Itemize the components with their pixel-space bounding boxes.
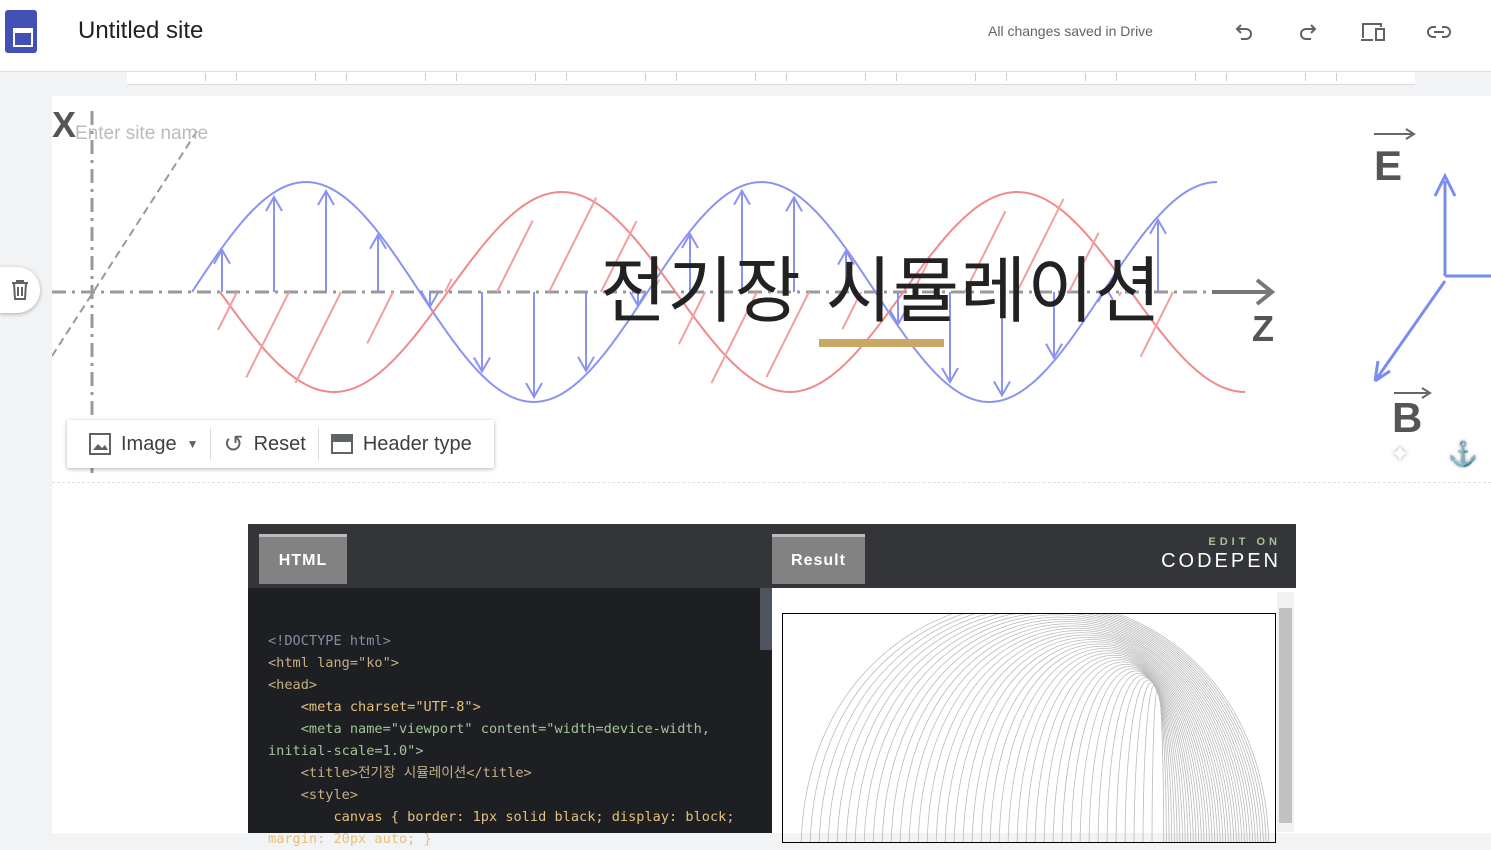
ruler-tick: [1305, 73, 1306, 81]
ruler: [127, 72, 1415, 85]
simulation-canvas[interactable]: [782, 613, 1276, 843]
code-line: canvas { border: 1px solid black; displa…: [268, 809, 743, 847]
ruler-tick: [865, 73, 866, 81]
e-field-arrow: [265, 194, 283, 292]
ruler-tick: [205, 73, 206, 81]
ruler-tick: [645, 73, 646, 81]
field-line: [998, 648, 1210, 842]
codepen-header: HTML Result EDIT ON CODEPEN: [248, 524, 1296, 588]
site-title[interactable]: Untitled site: [78, 17, 203, 45]
field-line: [810, 614, 1267, 842]
b-field-arrow: [548, 197, 598, 293]
html-code[interactable]: <!DOCTYPE html> <html lang="ko"> <head> …: [268, 608, 748, 850]
top-bar: Untitled site All changes saved in Drive: [0, 0, 1491, 72]
delete-section-button[interactable]: [0, 267, 40, 313]
redo-icon[interactable]: [1294, 18, 1322, 46]
ruler-tick: [676, 73, 677, 81]
reset-icon: ↺: [223, 430, 244, 458]
ruler-tick: [1006, 73, 1007, 81]
ruler-tick: [975, 73, 976, 81]
ruler-tick: [1226, 73, 1227, 81]
edit-on-label: EDIT ON: [1208, 536, 1281, 548]
e-field-arrow: [525, 292, 543, 400]
ruler-tick: [1195, 73, 1196, 81]
field-line: [900, 623, 1240, 842]
preview-devices-icon[interactable]: [1359, 18, 1387, 46]
field-line: [1052, 661, 1194, 842]
b-field-arrow: [366, 291, 394, 344]
image-label: Image: [121, 432, 177, 455]
header-type-label: Header type: [362, 432, 472, 455]
link-icon[interactable]: [1425, 18, 1453, 46]
ruler-tick: [896, 73, 897, 81]
b-field-label: B: [1392, 394, 1423, 441]
title-underline: [819, 339, 944, 347]
ruler-tick: [315, 73, 316, 81]
result-scrollbar[interactable]: [1277, 592, 1294, 832]
z-axis-label: Z: [1252, 308, 1274, 349]
codepen-brand: CODEPEN: [1161, 550, 1281, 572]
result-pane: [772, 588, 1296, 843]
site-name-input[interactable]: Enter site name: [75, 123, 208, 145]
ruler-tick: [786, 73, 787, 81]
b-field-arrow: [294, 291, 342, 384]
e-field-label: E: [1374, 142, 1403, 189]
code-line: <html lang="ko">: [268, 655, 399, 671]
google-sites-logo-icon[interactable]: [5, 10, 37, 53]
scrollbar-thumb[interactable]: [1279, 608, 1292, 823]
code-line: <head>: [268, 677, 318, 693]
x-axis-label: X: [52, 104, 77, 145]
trash-icon: [12, 280, 28, 300]
e-field-arrow: [473, 292, 491, 374]
tab-result[interactable]: Result: [772, 534, 865, 584]
ruler-tick: [1336, 73, 1337, 81]
image-icon: [89, 433, 111, 455]
header-section[interactable]: X E Z B Enter site name 전기장 시뮬레이션 Image ▼…: [52, 96, 1491, 483]
field-line: [1079, 668, 1186, 842]
ruler-tick: [425, 73, 426, 81]
ruler-tick: [566, 73, 567, 81]
code-line: <!DOCTYPE html>: [268, 633, 391, 649]
sparkle-icon[interactable]: ✦: [1390, 440, 1410, 469]
save-status: All changes saved in Drive: [988, 23, 1153, 39]
undo-icon[interactable]: [1230, 18, 1258, 46]
code-scrollbar[interactable]: [760, 588, 772, 650]
ruler-tick: [456, 73, 457, 81]
ruler-tick: [1085, 73, 1086, 81]
anchor-icon[interactable]: ⚓: [1448, 440, 1478, 469]
code-line: <title>전기장 시뮬레이션</title>: [268, 765, 532, 781]
header-toolbar: Image ▼ ↺ Reset Header type: [67, 420, 494, 468]
tab-html[interactable]: HTML: [259, 534, 347, 584]
code-line: <style>: [268, 787, 359, 803]
b-field-arrow: [496, 220, 534, 293]
ruler-tick: [346, 73, 347, 81]
field-line: [846, 614, 1256, 842]
ruler-tick: [236, 73, 237, 81]
field-line: [971, 641, 1218, 842]
reset-button[interactable]: ↺ Reset: [211, 427, 317, 461]
image-menu-button[interactable]: Image ▼: [77, 427, 210, 461]
e-field-arrow: [577, 292, 595, 373]
code-line: <meta name="viewport" content="width=dev…: [268, 721, 719, 759]
codepen-embed: HTML Result EDIT ON CODEPEN <!DOCTYPE ht…: [248, 524, 1296, 847]
header-type-button[interactable]: Header type: [319, 427, 484, 461]
ruler-tick: [1116, 73, 1117, 81]
reset-label: Reset: [253, 432, 306, 455]
header-title[interactable]: 전기장 시뮬레이션: [600, 232, 1162, 337]
chevron-down-icon: ▼: [186, 437, 199, 451]
edit-on-codepen-link[interactable]: EDIT ON CODEPEN: [1161, 536, 1281, 573]
header-type-icon: [330, 434, 353, 454]
e-field-arrow: [317, 188, 335, 292]
ruler-tick: [755, 73, 756, 81]
e-field-arrow: [369, 232, 387, 292]
ruler-tick: [535, 73, 536, 81]
page-canvas: X E Z B Enter site name 전기장 시뮬레이션 Image ▼…: [52, 96, 1491, 847]
code-line: <meta charset="UTF-8">: [268, 699, 481, 715]
